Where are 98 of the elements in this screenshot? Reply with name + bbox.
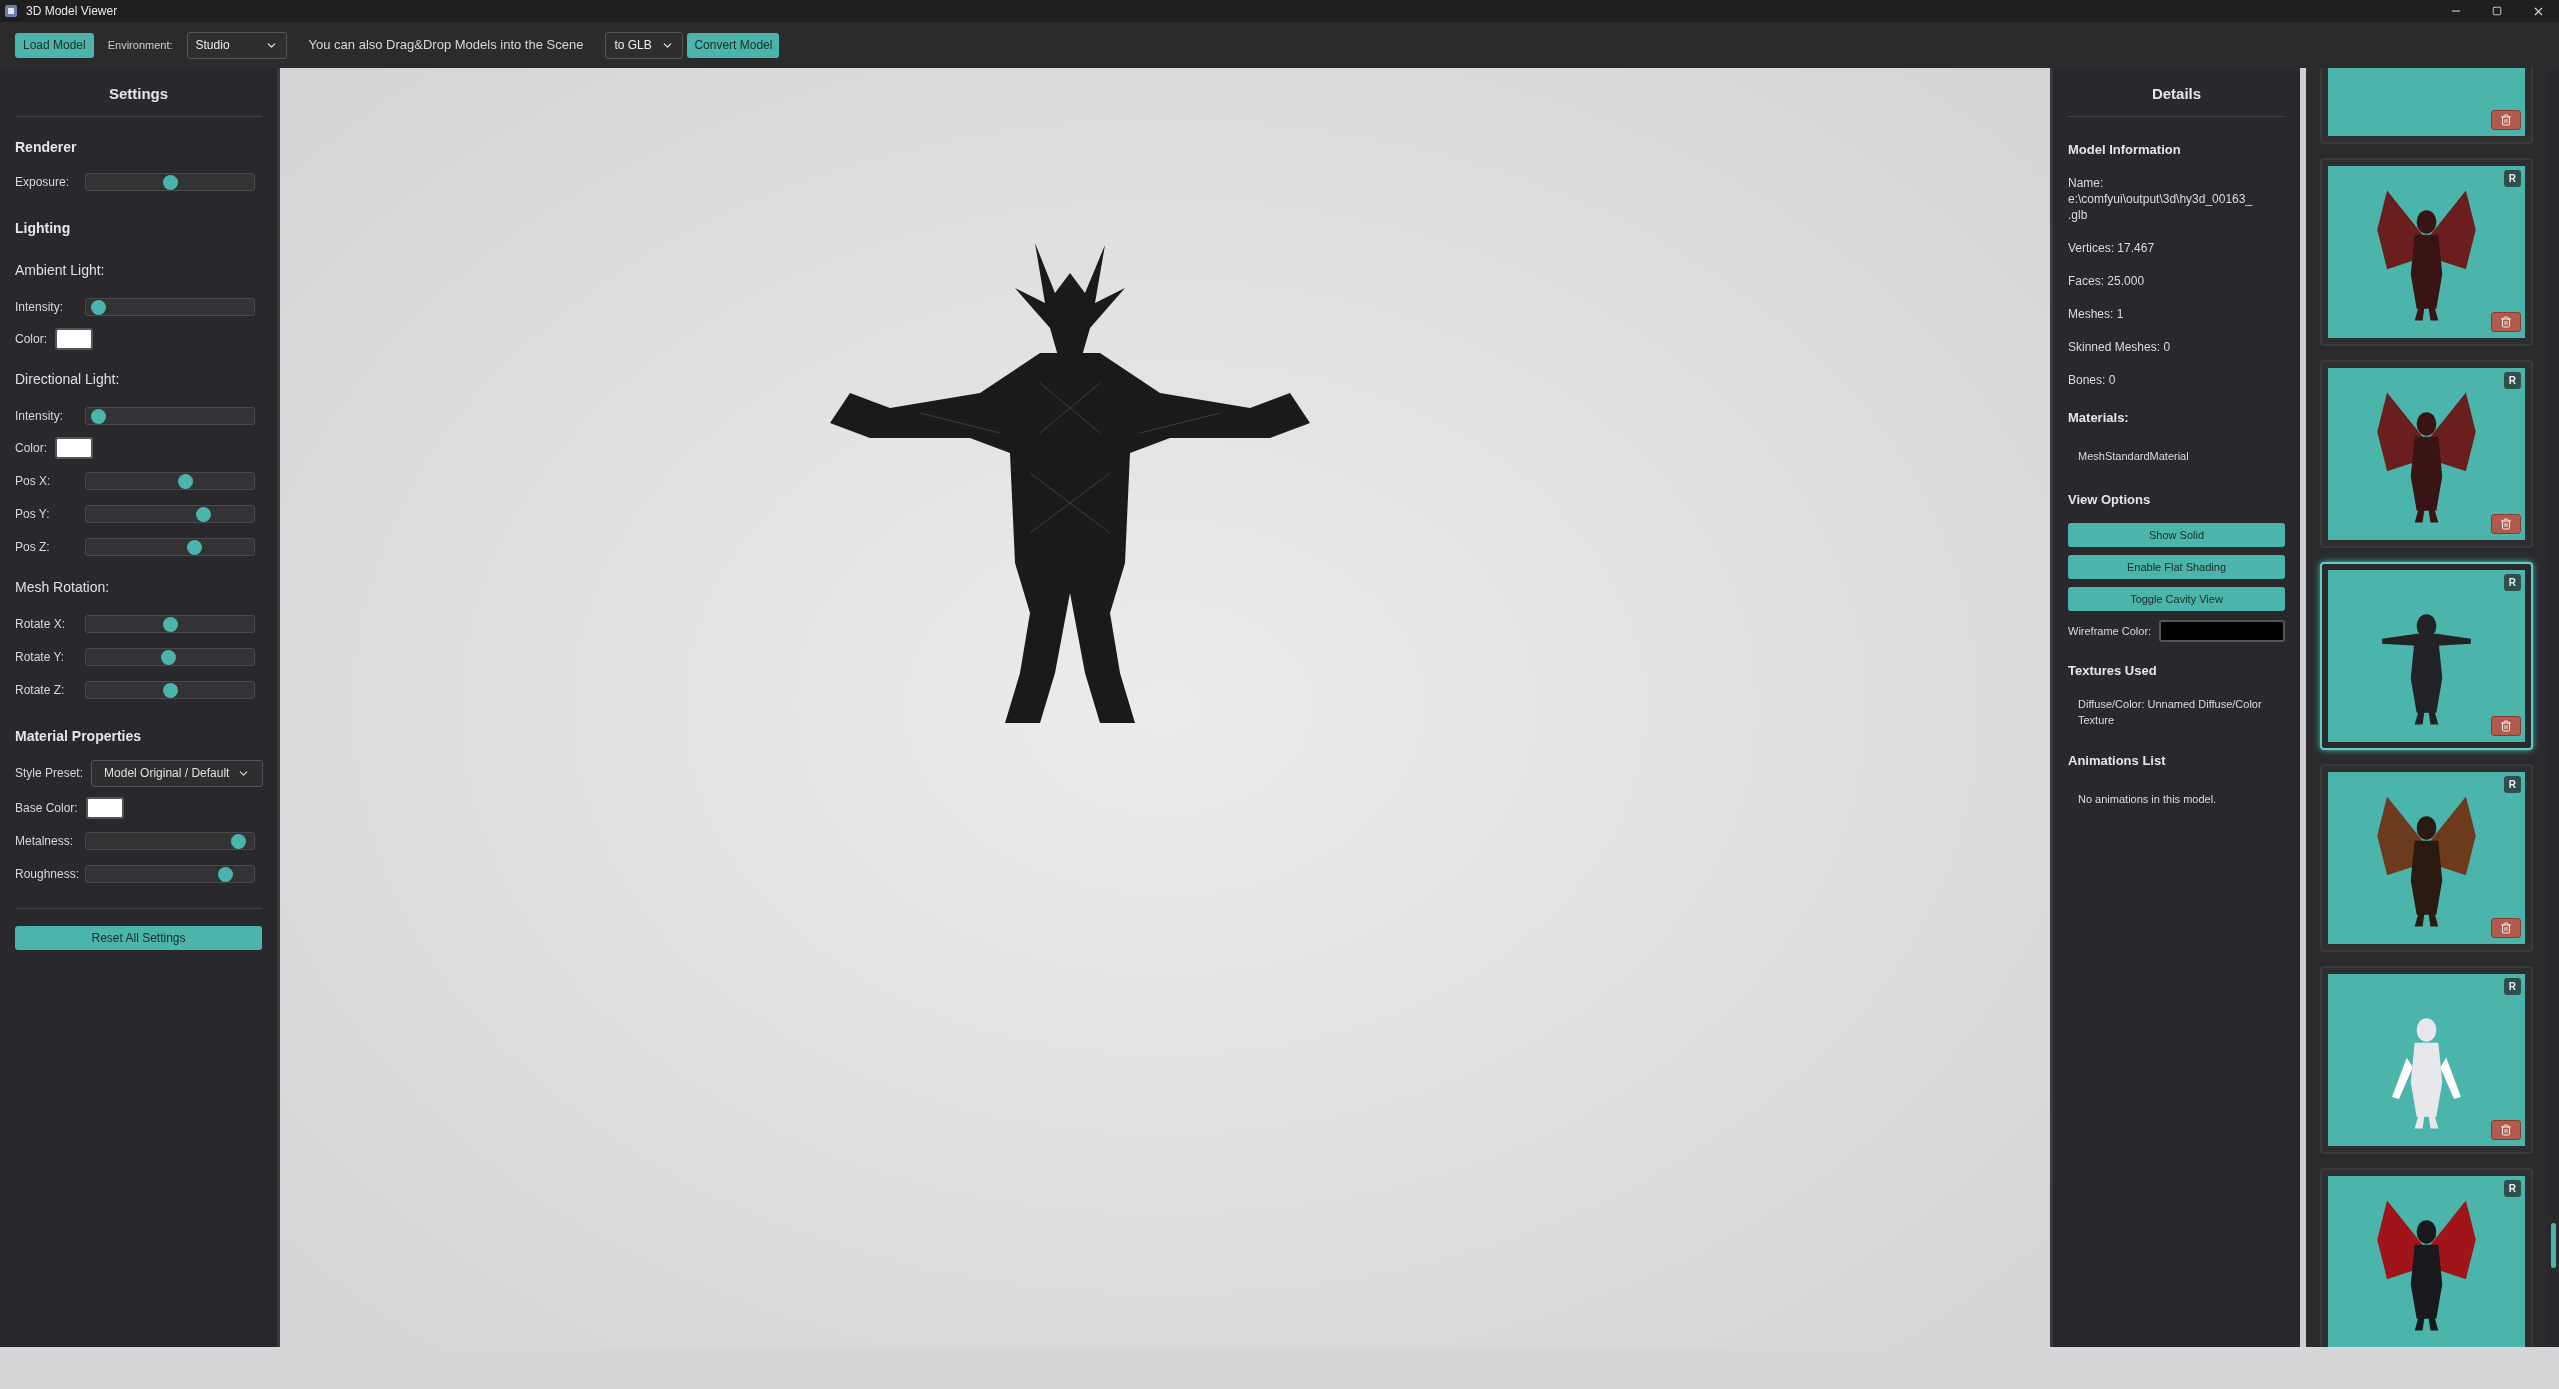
panel-title: Details <box>2151 85 2202 102</box>
slider-thumb[interactable] <box>162 174 178 190</box>
reset-settings-button[interactable]: Reset All Settings <box>15 926 262 950</box>
slider-label: Rotate Z: <box>15 681 66 699</box>
section-title: Animations List <box>2068 753 2166 768</box>
slider-thumb[interactable] <box>162 616 178 632</box>
delete-button[interactable] <box>2491 1120 2521 1140</box>
model-info-text: Skinned Meshes: 0 <box>2068 339 2172 355</box>
section-title: Textures Used <box>2068 663 2157 678</box>
slider-track[interactable] <box>85 831 255 850</box>
slider-thumb[interactable] <box>231 833 247 849</box>
section-title: Materials: <box>2068 410 2129 425</box>
model-card[interactable]: R <box>2320 360 2533 548</box>
color-label: Color: <box>15 331 47 348</box>
convert-model-button[interactable]: Convert Model <box>687 32 780 58</box>
model-card[interactable]: R <box>2320 966 2533 1154</box>
animations-note: No animations in this model. <box>2078 793 2217 805</box>
slider-label: Rotate X: <box>15 615 67 633</box>
delete-button[interactable] <box>2491 110 2521 130</box>
app-icon <box>4 4 18 18</box>
slider-track[interactable] <box>85 172 255 191</box>
wireframe-color-swatch[interactable] <box>2159 620 2285 642</box>
subsection-title: Mesh Rotation: <box>15 579 110 595</box>
trash-icon <box>2500 316 2512 328</box>
color-swatch[interactable] <box>85 797 124 819</box>
view-option-button[interactable]: Toggle Cavity View <box>2068 587 2285 611</box>
section-title: Lighting <box>15 220 71 236</box>
slider-track[interactable] <box>85 406 255 425</box>
subsection-title: Ambient Light: <box>15 262 105 278</box>
slider-label: Intensity: <box>15 407 65 425</box>
slider-label: Pos Z: <box>15 538 51 556</box>
color-swatch[interactable] <box>55 328 93 350</box>
trash-icon <box>2500 720 2512 732</box>
slider-track[interactable] <box>85 297 255 316</box>
slider-track[interactable] <box>85 614 255 633</box>
section-title: Material Properties <box>15 728 142 744</box>
select-label: Style Preset: <box>15 765 84 782</box>
panel-title: Settings <box>108 85 169 102</box>
format-select[interactable]: to GLB <box>605 31 684 59</box>
model-info-text: Bones: 0 <box>2068 372 2117 388</box>
trash-icon <box>2500 518 2512 530</box>
section-title: Renderer <box>15 139 77 155</box>
view-option-button[interactable]: Show Solid <box>2068 523 2285 547</box>
slider-thumb[interactable] <box>217 866 233 882</box>
delete-button[interactable] <box>2491 514 2521 534</box>
trash-icon <box>2500 922 2512 934</box>
view-option-button[interactable]: Enable Flat Shading <box>2068 555 2285 579</box>
trash-icon <box>2500 114 2512 126</box>
model-card[interactable]: R <box>2320 562 2533 750</box>
delete-button[interactable] <box>2491 312 2521 332</box>
model-info-text: Name: e:\comfyui\output\3d\hy3d_00163_ .glb <box>2068 175 2254 223</box>
drag-drop-hint: You can also Drag&Drop Models into the Scene <box>307 36 585 55</box>
slider-label: Rotate Y: <box>15 648 66 666</box>
color-swatch[interactable] <box>55 437 93 459</box>
subsection-title: Directional Light: <box>15 371 120 387</box>
slider-label: Exposure: <box>15 173 71 191</box>
slider-label: Metalness: <box>15 832 75 850</box>
model-info-text: Meshes: 1 <box>2068 306 2125 322</box>
viewport[interactable] <box>280 68 2050 1347</box>
model-card[interactable]: R <box>2320 1168 2533 1347</box>
slider-thumb[interactable] <box>186 539 202 555</box>
load-model-button[interactable]: Load Model <box>15 32 94 58</box>
window-title: 3D Model Viewer <box>26 3 118 20</box>
slider-track[interactable] <box>85 864 255 883</box>
color-label: Base Color: <box>15 800 78 817</box>
slider-track[interactable] <box>85 471 255 490</box>
slider-thumb[interactable] <box>90 299 106 315</box>
delete-button[interactable] <box>2491 716 2521 736</box>
maximize-icon[interactable] <box>2492 6 2502 16</box>
scrollbar-thumb[interactable] <box>2551 1223 2556 1268</box>
slider-label: Intensity: <box>15 298 65 316</box>
model-info-text: Faces: 25.000 <box>2068 273 2146 289</box>
color-label: Color: <box>15 440 47 457</box>
slider-thumb[interactable] <box>177 473 193 489</box>
section-title: View Options <box>2068 492 2151 507</box>
model-card[interactable]: R <box>2320 764 2533 952</box>
slider-label: Roughness: <box>15 865 77 883</box>
slider-track[interactable] <box>85 647 255 666</box>
slider-label: Pos Y: <box>15 505 51 523</box>
slider-track[interactable] <box>85 680 255 699</box>
delete-button[interactable] <box>2491 918 2521 938</box>
style-preset-select[interactable]: Model Original / Default <box>91 759 264 787</box>
slider-thumb[interactable] <box>162 682 178 698</box>
slider-track[interactable] <box>85 537 255 556</box>
section-title: Model Information <box>2068 142 2181 157</box>
slider-thumb[interactable] <box>196 506 212 522</box>
trash-icon <box>2500 1124 2512 1136</box>
model-info-text: Vertices: 17.467 <box>2068 240 2156 256</box>
slider-thumb[interactable] <box>160 649 176 665</box>
material-name: MeshStandardMaterial <box>2078 450 2189 462</box>
slider-thumb[interactable] <box>90 408 106 424</box>
model-card[interactable]: R <box>2320 158 2533 346</box>
wireframe-color-label: Wireframe Color: <box>2068 623 2152 639</box>
slider-track[interactable] <box>85 504 255 523</box>
slider-label: Pos X: <box>15 472 52 490</box>
environment-label: Environment: <box>107 37 173 53</box>
texture-name: Diffuse/Color: Unnamed Diffuse/Color Texture <box>2078 697 2263 728</box>
environment-select[interactable]: Studio <box>186 31 287 59</box>
